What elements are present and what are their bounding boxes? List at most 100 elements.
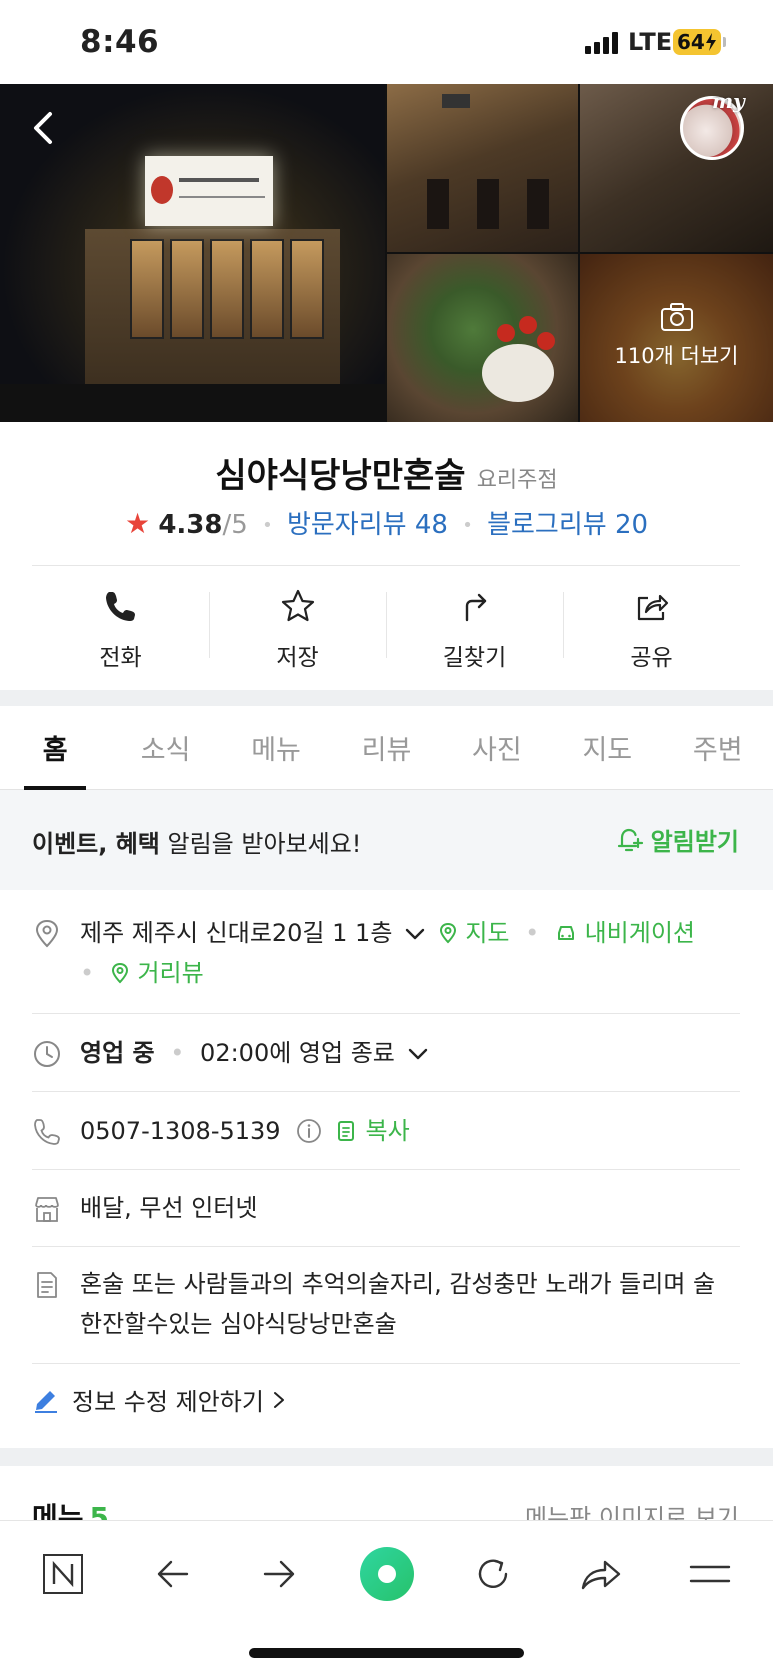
clock-icon (34, 1041, 60, 1067)
arrow-left-icon (157, 1560, 189, 1588)
hours-detail: 02:00에 영업 종료 (200, 1039, 395, 1067)
document-icon (37, 1272, 57, 1298)
status-time: 8:46 (80, 24, 160, 60)
rating-score: 4.38 (158, 510, 223, 540)
tab-nearby[interactable]: 주변 (663, 706, 773, 789)
home-indicator[interactable] (249, 1648, 524, 1658)
call-label: 전화 (99, 645, 142, 671)
amenities-text: 배달, 무선 인터넷 (80, 1194, 258, 1222)
address-text: 제주 제주시 신대로20길 1 1층 (80, 919, 393, 947)
battery-level: 64 (677, 30, 705, 54)
forward-button[interactable] (254, 1549, 304, 1599)
rating-max: /5 (222, 510, 248, 540)
edit-suggest-link[interactable]: 정보 수정 제안하기 (32, 1382, 298, 1417)
menu-title: 메뉴 (32, 1501, 84, 1522)
tab-home[interactable]: 홈 (0, 706, 110, 790)
save-label: 저장 (276, 645, 319, 671)
share-button[interactable]: 공유 (563, 570, 740, 680)
call-button[interactable]: 전화 (32, 570, 209, 680)
tab-photo[interactable]: 사진 (442, 706, 552, 789)
refresh-button[interactable] (468, 1549, 518, 1599)
photo-gallery[interactable]: 110개 더보기 my (0, 84, 773, 422)
directions-button[interactable]: 길찾기 (386, 570, 563, 680)
menu-count: 5 (89, 1501, 110, 1522)
my-badge: my (712, 89, 745, 113)
pencil-icon (35, 1390, 57, 1413)
arrow-right-icon (263, 1560, 295, 1588)
photo-food[interactable] (387, 254, 578, 422)
location-pin-icon (35, 919, 59, 948)
phone-outline-icon (34, 1119, 60, 1145)
share-label: 공유 (630, 645, 673, 671)
visitor-reviews-link[interactable]: 방문자리뷰 48 (287, 510, 448, 540)
place-name: 심야식당낭만혼술 (215, 456, 466, 496)
tab-map[interactable]: 지도 (552, 706, 662, 789)
map-link[interactable]: 지도 (434, 919, 517, 947)
address-row: 제주 제주시 신대로20길 1 1층 지도 • 내비게이션 • 거리뷰 (32, 913, 740, 1013)
photo-interior[interactable] (387, 84, 578, 252)
more-photos-button[interactable]: 110개 더보기 (580, 252, 773, 420)
car-icon (557, 926, 574, 940)
directions-icon (465, 593, 486, 622)
copy-button[interactable]: 복사 (330, 1117, 410, 1145)
star-icon (281, 589, 314, 622)
tab-review[interactable]: 리뷰 (331, 706, 441, 789)
battery-tip (723, 37, 726, 47)
menu-image-link[interactable]: 메뉴판 이미지로 보기 (525, 1498, 739, 1522)
place-category: 요리주점 (476, 468, 558, 493)
naver-n-icon (43, 1554, 83, 1594)
phone-number[interactable]: 0507-1308-5139 (80, 1117, 281, 1145)
section-gap (0, 690, 773, 706)
notify-subscribe-button[interactable]: 알림받기 (615, 822, 739, 857)
phone-row: 0507-1308-5139 복사 (32, 1111, 740, 1155)
hamburger-icon (689, 1565, 731, 1583)
chevron-down-icon[interactable] (404, 927, 426, 941)
bell-plus-icon (617, 828, 643, 851)
chevron-right-icon (273, 1391, 284, 1408)
green-dot-button[interactable] (356, 1543, 418, 1605)
signal-icon (585, 32, 619, 54)
notify-cta-label: 알림받기 (650, 828, 739, 856)
save-button[interactable]: 저장 (209, 570, 386, 680)
menu-section-header: 메뉴 5 메뉴판 이미지로 보기 (0, 1466, 773, 1522)
map-pin-icon (439, 922, 456, 944)
back-button[interactable] (148, 1549, 198, 1599)
hours-row[interactable]: 영업 중 • 02:00에 영업 종료 (32, 1033, 740, 1077)
street-pin-icon (111, 962, 128, 984)
share-browser-button[interactable] (576, 1549, 626, 1599)
edit-suggest-label: 정보 수정 제안하기 (72, 1388, 264, 1416)
status-bar: 8:46 LTE 64 (0, 0, 773, 84)
directions-label: 길찾기 (442, 645, 507, 671)
menu-button[interactable] (685, 1549, 735, 1599)
info-icon[interactable] (296, 1118, 322, 1144)
place-title: 심야식당낭만혼술 요리주점 (0, 448, 773, 497)
naver-home-button[interactable] (38, 1549, 88, 1599)
divider (32, 565, 740, 566)
description-line-2: 한잔할수있는 심야식당낭만혼술 (80, 1310, 397, 1338)
share-arrow-icon (581, 1560, 621, 1590)
store-sign (145, 156, 273, 226)
action-row: 전화 저장 길찾기 공유 (32, 570, 740, 680)
navigation-link[interactable]: 내비게이션 (555, 919, 695, 947)
notify-banner: 이벤트, 혜택 알림을 받아보세요! 알림받기 (0, 790, 773, 890)
battery-icon: 64 (673, 29, 721, 55)
tab-menu[interactable]: 메뉴 (221, 706, 331, 789)
blog-reviews-link[interactable]: 블로그리뷰 20 (487, 510, 648, 540)
rating-star-icon: ★ (124, 507, 151, 540)
chevron-down-icon[interactable] (407, 1047, 429, 1061)
store-icon (35, 1197, 59, 1222)
hours-status: 영업 중 (80, 1039, 155, 1067)
description-line-1: 혼술 또는 사람들과의 추억의술자리, 감성충만 노래가 들리며 술 (80, 1270, 716, 1298)
tab-bar: 홈 소식 메뉴 리뷰 사진 지도 주변 (0, 706, 773, 790)
notify-message: 이벤트, 혜택 알림을 받아보세요! (32, 830, 362, 858)
street-view-link[interactable]: 거리뷰 (110, 959, 204, 987)
section-gap-2 (0, 1448, 773, 1466)
green-dot-icon (360, 1547, 414, 1601)
tab-news[interactable]: 소식 (110, 706, 220, 789)
rating-row: ★ 4.38/5 • 방문자리뷰 48 • 블로그리뷰 20 (124, 507, 649, 540)
network-label: LTE (628, 28, 673, 56)
amenities-row: 배달, 무선 인터넷 (32, 1188, 740, 1232)
back-icon[interactable] (24, 106, 64, 150)
camera-icon (660, 303, 693, 331)
share-icon (637, 594, 668, 621)
